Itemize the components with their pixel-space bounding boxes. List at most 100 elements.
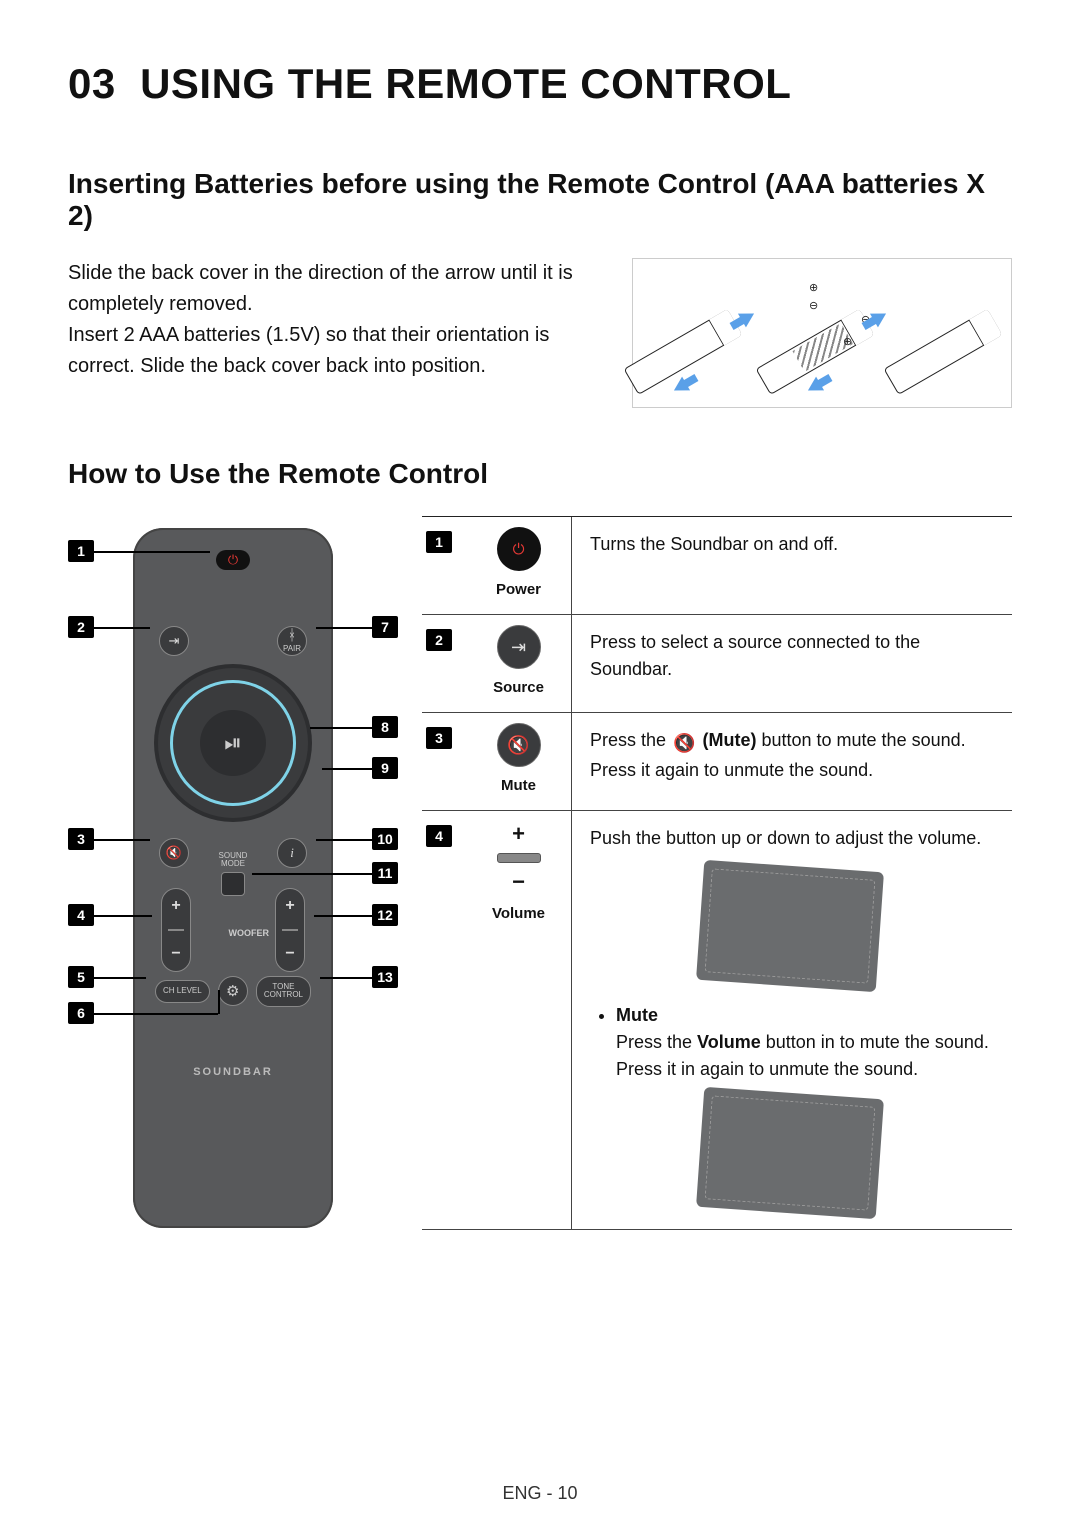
callout-badge: 1 (68, 540, 94, 562)
page-footer: ENG - 10 (0, 1483, 1080, 1504)
remote-closed-icon (884, 309, 1003, 395)
nav-wheel: ⏯ (158, 668, 308, 818)
bullet-pre: Press the (616, 1032, 697, 1052)
callout-badge: 6 (68, 1002, 94, 1024)
desc-text: Push the button up or down to adjust the… (590, 825, 1002, 852)
chapter-title: 03 USING THE REMOTE CONTROL (68, 60, 1012, 108)
battery-para-1: Slide the back cover in the direction of… (68, 262, 573, 315)
minus-icon: − (171, 945, 180, 963)
leader-line (94, 627, 150, 629)
info-icon: i (290, 845, 294, 861)
desc-pre: Press the (590, 730, 671, 750)
brand-label: SOUNDBAR (133, 1066, 333, 1078)
table-row: 2 ⇥ Source Press to select a source conn… (422, 615, 1012, 713)
row-number: 1 (426, 531, 452, 553)
function-table: 1 ⏻ Power Turns the Soundbar on and off.… (422, 516, 1012, 1230)
row-description: Push the button up or down to adjust the… (572, 811, 1012, 1229)
battery-section: Slide the back cover in the direction of… (68, 258, 1012, 408)
mute-button: 🔇 (159, 838, 189, 868)
chapter-title-text: USING THE REMOTE CONTROL (140, 60, 791, 107)
callout-badge: 11 (372, 862, 398, 884)
volume-rocker: +− (161, 888, 191, 972)
ch-level-button: CH LEVEL (155, 980, 210, 1002)
callout-badge: 5 (68, 966, 94, 988)
leader-line (94, 915, 152, 917)
section-howto-heading: How to Use the Remote Control (68, 458, 1012, 490)
section-battery-heading: Inserting Batteries before using the Rem… (68, 168, 1012, 232)
plus-icon: + (285, 897, 294, 915)
mute-icon: 🔇 (673, 730, 695, 757)
mute-illustration (696, 1087, 884, 1219)
rocker-bar-icon (497, 853, 541, 863)
woofer-label: WOOFER (229, 928, 270, 938)
arrow-icon (804, 377, 824, 398)
leader-line (218, 990, 220, 1014)
leader-line (94, 1013, 218, 1015)
desc-bold: (Mute) (702, 730, 756, 750)
leader-line (94, 977, 146, 979)
chapter-number: 03 (68, 60, 116, 107)
source-button: ⇥ (159, 626, 189, 656)
battery-figure: ⊕ ⊖ ⊖ ⊕ (632, 258, 1012, 408)
table-row: 1 ⏻ Power Turns the Soundbar on and off. (422, 517, 1012, 615)
settings-button: ⚙ (218, 976, 248, 1006)
row-description: Turns the Soundbar on and off. (572, 517, 1012, 614)
bullet-list: Mute Press the Volume button in to mute … (616, 1002, 1002, 1083)
arrow-icon (670, 377, 690, 398)
plus-icon: + (512, 821, 525, 847)
callout-badge: 3 (68, 828, 94, 850)
leader-line (310, 727, 372, 729)
row-description: Press the 🔇 (Mute) button to mute the so… (572, 713, 1012, 810)
leader-line (316, 627, 372, 629)
callout-badge: 7 (372, 616, 398, 638)
woofer-rocker: +− (275, 888, 305, 972)
row-label: Source (466, 679, 571, 696)
sound-mode-label: SOUND MODE (219, 852, 248, 869)
pair-label: PAIR (283, 645, 301, 654)
leader-line (94, 839, 150, 841)
row-label: Volume (466, 905, 571, 922)
remote-body: ⏻ ⇥ ᚼ PAIR ⏯ 🔇 i SOUND (133, 528, 333, 1228)
bullet-title: Mute (616, 1005, 658, 1025)
battery-para-2: Insert 2 AAA batteries (1.5V) so that th… (68, 324, 549, 377)
remote-diagram: ⏻ ⇥ ᚼ PAIR ⏯ 🔇 i SOUND (68, 516, 398, 1228)
source-icon: ⇥ (511, 637, 526, 658)
power-icon: ⏻ (513, 541, 525, 558)
power-button-icon: ⏻ (497, 527, 541, 571)
row-label: Power (466, 581, 571, 598)
arrow-icon (738, 307, 758, 328)
leader-line (252, 873, 372, 875)
row-description: Press to select a source connected to th… (572, 615, 1012, 712)
plus-icon: + (171, 897, 180, 915)
leader-line (316, 839, 372, 841)
play-pause-button: ⏯ (200, 710, 266, 776)
callout-badge: 9 (372, 757, 398, 779)
minus-icon: − (285, 945, 294, 963)
bullet-bold: Volume (697, 1032, 761, 1052)
power-button: ⏻ (216, 550, 250, 570)
play-pause-icon: ⏯ (224, 730, 242, 756)
minus-icon: − (512, 869, 525, 895)
mute-button-icon: 🔇 (497, 723, 541, 767)
source-button-icon: ⇥ (497, 625, 541, 669)
arrow-icon (870, 307, 890, 328)
row-number: 2 (426, 629, 452, 651)
source-icon: ⇥ (169, 633, 180, 649)
row-number: 4 (426, 825, 452, 847)
callout-badge: 8 (372, 716, 398, 738)
leader-line (320, 977, 372, 979)
pair-button: ᚼ PAIR (277, 626, 307, 656)
power-icon: ⏻ (228, 552, 238, 568)
howto-area: ⏻ ⇥ ᚼ PAIR ⏯ 🔇 i SOUND (68, 516, 1012, 1230)
callout-badge: 13 (372, 966, 398, 988)
table-row: 3 🔇 Mute Press the 🔇 (Mute) button to mu… (422, 713, 1012, 811)
info-button: i (277, 838, 307, 868)
leader-line (94, 551, 210, 553)
gear-icon: ⚙ (226, 982, 239, 1000)
leader-line (322, 768, 372, 770)
volume-rocker-icon: + − (466, 821, 571, 895)
leader-line (314, 915, 372, 917)
battery-text: Slide the back cover in the direction of… (68, 258, 614, 382)
callout-badge: 4 (68, 904, 94, 926)
volume-illustration (696, 860, 884, 992)
